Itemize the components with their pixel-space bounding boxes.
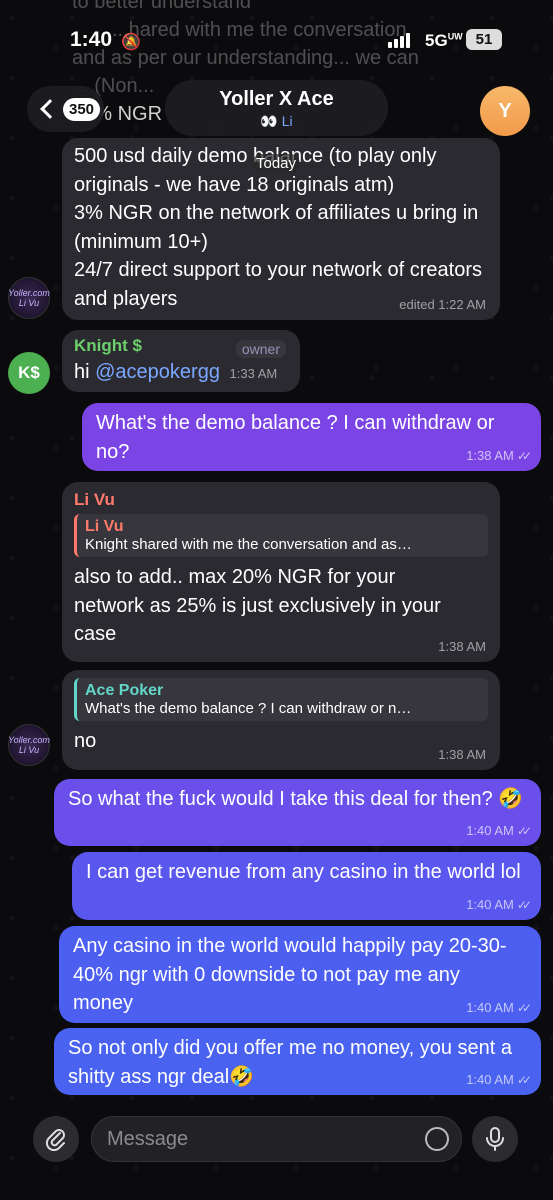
mention-link[interactable]: @acepokergg <box>95 361 220 383</box>
message-time: 1:38 AM <box>438 747 486 762</box>
read-checkmarks-icon: ✓✓ <box>516 824 532 838</box>
message-text: also to add.. max 20% NGR for your netwo… <box>74 566 441 645</box>
signal-icon <box>388 33 410 48</box>
message-text: no <box>74 730 97 752</box>
message-time: 1:38 AM ✓✓ <box>466 448 532 463</box>
avatar-text: Yoller.com Li Vu <box>8 735 50 755</box>
message-text: Any casino in the world would happily pa… <box>73 935 507 1014</box>
back-button[interactable]: 350 <box>27 86 104 132</box>
network-type: 5GUW <box>425 31 463 51</box>
battery-indicator: 51 <box>466 29 502 50</box>
read-checkmarks-icon: ✓✓ <box>516 1001 532 1015</box>
time-label: 1:40 AM <box>466 1000 514 1015</box>
sender-avatar[interactable]: K$ <box>8 352 50 394</box>
message-time: 1:38 AM <box>438 639 486 654</box>
sender-name: Li Vu <box>74 490 115 509</box>
message-text: hi @acepokergg 1:33 AM <box>74 358 288 389</box>
message-prefix: hi <box>74 361 96 383</box>
owner-badge: owner <box>235 340 286 358</box>
message-text: What's the demo balance ? I can withdraw… <box>96 412 495 463</box>
sender-avatar[interactable]: Yoller.com Li Vu <box>8 724 50 766</box>
message-bubble-outgoing[interactable]: So what the fuck would I take this deal … <box>54 779 541 846</box>
clock: 1:40 <box>70 28 113 51</box>
chat-avatar[interactable]: Y <box>480 86 530 136</box>
sticker-icon[interactable] <box>425 1127 449 1151</box>
chat-title: Yoller X Ace <box>219 88 334 110</box>
message-time: 1:40 AM ✓✓ <box>466 897 532 912</box>
date-separator: Today <box>252 154 301 173</box>
message-bubble-outgoing[interactable]: Any casino in the world would happily pa… <box>59 926 541 1023</box>
reply-author: Ace Poker <box>85 682 164 699</box>
status-bar: 1:40 🔕 5GUW 51 <box>0 0 553 80</box>
unread-count-badge: 350 <box>63 97 101 121</box>
message-bubble-incoming[interactable]: Li Vu Li Vu Knight shared with me the co… <box>62 482 500 662</box>
attach-button[interactable] <box>33 1116 79 1162</box>
chat-title-pill[interactable]: Yoller X Ace 👀 Li <box>165 80 388 136</box>
paperclip-icon <box>45 1129 65 1151</box>
bell-muted-icon: 🔕 <box>121 34 141 51</box>
message-text: I can get revenue from any casino in the… <box>86 861 521 883</box>
network-label: 5G <box>425 31 448 50</box>
avatar-text: Yoller.com Li Vu <box>8 288 50 308</box>
reply-text: Knight shared with me the conversation a… <box>85 536 412 553</box>
message-bubble-outgoing[interactable]: I can get revenue from any casino in the… <box>72 852 541 920</box>
voice-message-button[interactable] <box>472 1116 518 1162</box>
message-bubble-outgoing[interactable]: What's the demo balance ? I can withdraw… <box>82 403 541 471</box>
message-time: 1:40 AM ✓✓ <box>466 823 532 838</box>
message-text: So what the fuck would I take this deal … <box>68 788 524 810</box>
reply-quote[interactable]: Ace Poker What's the demo balance ? I ca… <box>74 678 488 721</box>
network-sup: UW <box>447 31 463 42</box>
message-time: 1:40 AM ✓✓ <box>466 1000 532 1015</box>
time-label: 1:40 AM <box>466 823 514 838</box>
message-bubble-incoming[interactable]: Ace Poker What's the demo balance ? I ca… <box>62 670 500 770</box>
message-bubble-outgoing[interactable]: So not only did you offer me no money, y… <box>54 1028 541 1095</box>
time-label: 1:38 AM <box>466 448 514 463</box>
read-checkmarks-icon: ✓✓ <box>516 1073 532 1087</box>
message-input[interactable] <box>92 1117 392 1161</box>
message-bubble-incoming[interactable]: Knight $ owner hi @acepokergg 1:33 AM <box>62 330 300 392</box>
message-time: edited 1:22 AM <box>399 297 486 312</box>
reply-author: Li Vu <box>85 518 124 535</box>
message-time: 1:33 AM <box>229 366 278 381</box>
time-label: 1:40 AM <box>466 897 514 912</box>
message-line: 3% NGR on the network of affiliates u br… <box>74 202 479 253</box>
message-time: 1:40 AM ✓✓ <box>466 1072 532 1087</box>
chevron-left-icon <box>40 99 60 119</box>
reply-quote[interactable]: Li Vu Knight shared with me the conversa… <box>74 514 488 557</box>
sender-avatar[interactable]: Yoller.com Li Vu <box>8 277 50 319</box>
chat-subtitle: 👀 Li <box>260 113 293 129</box>
time-label: 1:40 AM <box>466 1072 514 1087</box>
reply-text: What's the demo balance ? I can withdraw… <box>85 700 412 717</box>
message-input-box[interactable] <box>91 1116 462 1162</box>
read-checkmarks-icon: ✓✓ <box>516 898 532 912</box>
read-checkmarks-icon: ✓✓ <box>516 449 532 463</box>
microphone-icon <box>486 1127 504 1151</box>
